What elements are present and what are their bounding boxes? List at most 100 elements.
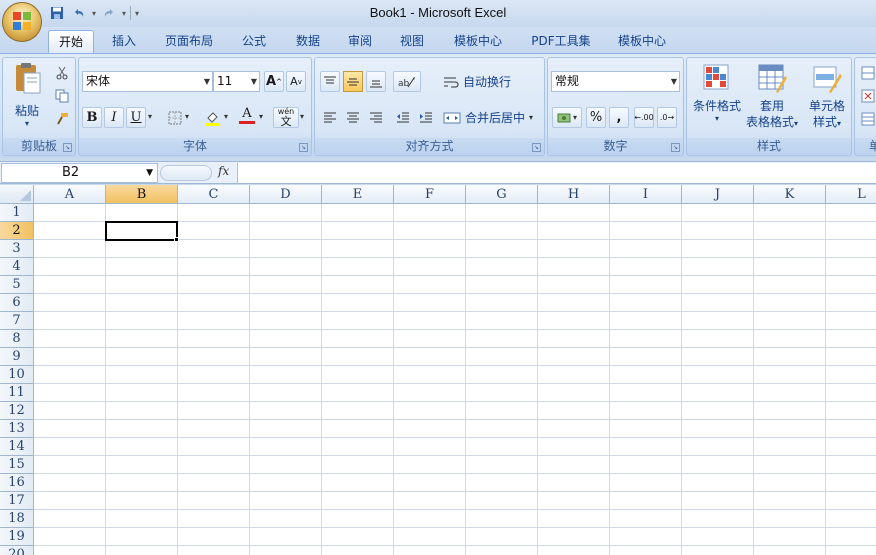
- cell-styles-button[interactable]: 单元格 样式▾: [803, 62, 851, 132]
- bold-button[interactable]: B: [82, 107, 102, 128]
- column-header-e[interactable]: E: [322, 185, 394, 204]
- shrink-font-button[interactable]: Av: [286, 71, 306, 92]
- row-header-2[interactable]: 2: [0, 222, 34, 240]
- column-header-f[interactable]: F: [394, 185, 466, 204]
- borders-icon[interactable]: [165, 107, 185, 128]
- row-header-20[interactable]: 20: [0, 546, 34, 555]
- decrease-decimal-button[interactable]: .0 →: [657, 107, 677, 128]
- office-button[interactable]: [2, 2, 42, 42]
- underline-dropdown-icon[interactable]: ▾: [148, 112, 152, 121]
- tab-pdf-tools[interactable]: PDF工具集: [524, 30, 598, 53]
- worksheet-grid[interactable]: A B C D E F G H I J K L 1 2 3 4 5 6 7 8 9 10 11 12 13 14 15 16 17 18 1…: [0, 185, 876, 555]
- paste-label: 粘贴: [14, 104, 39, 118]
- tab-template-center[interactable]: 模板中心: [446, 30, 510, 53]
- fill-color-icon[interactable]: [203, 107, 223, 128]
- row-header-19[interactable]: 19: [0, 528, 34, 546]
- row-header-5[interactable]: 5: [0, 276, 34, 294]
- row-header-17[interactable]: 17: [0, 492, 34, 510]
- alignment-dialog-launcher[interactable]: ↘: [532, 143, 541, 152]
- select-all-corner[interactable]: [0, 185, 34, 204]
- tab-formulas[interactable]: 公式: [232, 30, 276, 53]
- underline-button[interactable]: U: [126, 107, 146, 128]
- tab-template-center-2[interactable]: 模板中心: [610, 30, 674, 53]
- phonetic-dropdown-icon[interactable]: ▾: [300, 112, 304, 121]
- format-as-table-button[interactable]: 套用 表格格式▾: [743, 62, 801, 132]
- paste-button[interactable]: 粘贴 ▾: [7, 61, 47, 129]
- tab-page-layout[interactable]: 页面布局: [158, 30, 220, 53]
- conditional-formatting-button[interactable]: 条件格式 ▾: [689, 62, 745, 124]
- column-header-j[interactable]: J: [682, 185, 754, 204]
- row-header-14[interactable]: 14: [0, 438, 34, 456]
- font-size-combo[interactable]: 11 ▼: [213, 71, 260, 92]
- formula-bar-resize-handle[interactable]: [160, 165, 212, 181]
- column-header-a[interactable]: A: [34, 185, 106, 204]
- column-header-d[interactable]: D: [250, 185, 322, 204]
- fill-color-dropdown-icon[interactable]: ▾: [224, 112, 228, 121]
- column-header-c[interactable]: C: [178, 185, 250, 204]
- align-right-icon[interactable]: [366, 107, 386, 128]
- column-header-k[interactable]: K: [754, 185, 826, 204]
- align-top-icon[interactable]: [320, 71, 340, 92]
- currency-button[interactable]: ▾: [552, 107, 582, 128]
- font-color-dropdown-icon[interactable]: ▾: [259, 112, 263, 121]
- borders-dropdown-icon[interactable]: ▾: [185, 112, 189, 121]
- row-header-7[interactable]: 7: [0, 312, 34, 330]
- decrease-indent-icon[interactable]: [393, 107, 413, 128]
- column-header-g[interactable]: G: [466, 185, 538, 204]
- row-header-4[interactable]: 4: [0, 258, 34, 276]
- tab-review[interactable]: 审阅: [338, 30, 382, 53]
- increase-decimal-button[interactable]: ← .00: [634, 107, 654, 128]
- tab-view[interactable]: 视图: [390, 30, 434, 53]
- phonetic-button[interactable]: wén 文: [273, 107, 299, 128]
- grow-font-button[interactable]: A ^: [264, 71, 284, 92]
- increase-indent-icon[interactable]: [416, 107, 436, 128]
- column-header-b[interactable]: B: [106, 185, 178, 204]
- number-dialog-launcher[interactable]: ↘: [671, 143, 680, 152]
- align-left-icon[interactable]: [320, 107, 340, 128]
- row-header-18[interactable]: 18: [0, 510, 34, 528]
- row-header-15[interactable]: 15: [0, 456, 34, 474]
- font-color-button[interactable]: A: [237, 105, 257, 126]
- tab-home[interactable]: 开始: [48, 30, 94, 53]
- row-header-6[interactable]: 6: [0, 294, 34, 312]
- tab-insert[interactable]: 插入: [102, 30, 146, 53]
- name-box[interactable]: B2 ▼: [1, 163, 158, 183]
- italic-button[interactable]: I: [104, 107, 124, 128]
- row-header-11[interactable]: 11: [0, 384, 34, 402]
- font-name-combo[interactable]: 宋体 ▼: [82, 71, 213, 92]
- orientation-icon[interactable]: ab: [393, 71, 421, 92]
- column-header-h[interactable]: H: [538, 185, 610, 204]
- insert-cells-icon[interactable]: [858, 62, 876, 83]
- insert-function-icon[interactable]: fx: [218, 164, 229, 178]
- row-header-10[interactable]: 10: [0, 366, 34, 384]
- row-header-1[interactable]: 1: [0, 204, 34, 222]
- align-center-icon[interactable]: [343, 107, 363, 128]
- fill-handle[interactable]: [174, 237, 179, 242]
- merge-center-button[interactable]: 合并后居中 ▾: [443, 107, 533, 128]
- row-header-16[interactable]: 16: [0, 474, 34, 492]
- align-bottom-icon[interactable]: [366, 71, 386, 92]
- format-painter-icon[interactable]: [52, 108, 72, 129]
- column-header-l[interactable]: L: [826, 185, 876, 204]
- column-header-i[interactable]: I: [610, 185, 682, 204]
- row-header-3[interactable]: 3: [0, 240, 34, 258]
- comma-button[interactable]: ,: [609, 107, 629, 128]
- row-header-13[interactable]: 13: [0, 420, 34, 438]
- font-dialog-launcher[interactable]: ↘: [299, 143, 308, 152]
- wrap-text-button[interactable]: 自动换行: [443, 71, 511, 92]
- chevron-down-icon[interactable]: ▼: [146, 164, 153, 182]
- formula-input[interactable]: [237, 163, 876, 183]
- number-format-combo[interactable]: 常规 ▼: [551, 71, 680, 92]
- copy-icon[interactable]: [52, 85, 72, 106]
- format-cells-icon[interactable]: [858, 108, 876, 129]
- row-header-9[interactable]: 9: [0, 348, 34, 366]
- tab-data[interactable]: 数据: [286, 30, 330, 53]
- row-header-8[interactable]: 8: [0, 330, 34, 348]
- align-middle-icon[interactable]: [343, 71, 363, 92]
- percent-button[interactable]: %: [586, 107, 606, 128]
- cut-icon[interactable]: [52, 62, 72, 83]
- clipboard-dialog-launcher[interactable]: ↘: [63, 143, 72, 152]
- active-cell[interactable]: [105, 221, 178, 241]
- row-header-12[interactable]: 12: [0, 402, 34, 420]
- delete-cells-icon[interactable]: [858, 85, 876, 106]
